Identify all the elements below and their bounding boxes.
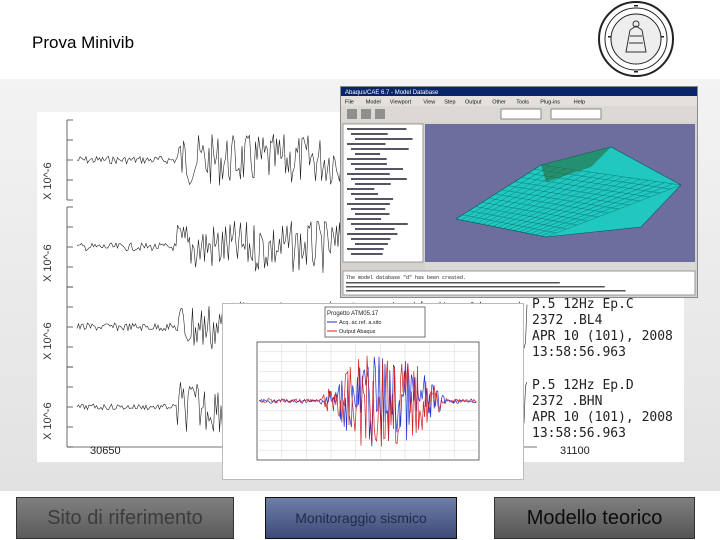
- fem-tree-item: [347, 248, 384, 250]
- trace-axis-label-4: X 10^-6: [42, 402, 54, 440]
- fem-console-line: [346, 286, 605, 288]
- fem-tree-item: [355, 213, 390, 215]
- fem-tree-item: [351, 148, 409, 150]
- fem-tree-item: [355, 138, 413, 140]
- trace-label-1-line3: APR 10 (101), 2008: [532, 329, 673, 344]
- fem-tree-item: [355, 183, 391, 185]
- seismic-monitoring-button[interactable]: Monitoraggio sismico: [265, 497, 457, 539]
- fem-tree-item: [351, 163, 387, 165]
- fem-menu-item: Step: [444, 100, 455, 106]
- fem-tree-item: [351, 178, 407, 180]
- trace-label-1-line4: 13:58:56.963: [532, 345, 626, 360]
- fem-tree-item: [351, 253, 383, 255]
- fem-tree-item: [351, 133, 388, 135]
- spectrum-comparison-chart: Progetto ATM05.17 Acq. ac.ref. a.sito Ou…: [222, 303, 524, 480]
- x-tick-right: 31100: [560, 445, 590, 457]
- university-seal-logo: [598, 1, 674, 77]
- fem-menu-item: Other: [492, 100, 506, 106]
- fem-menu-item: Viewport: [390, 100, 412, 106]
- trace-label-1: P.5 12Hz Ep.C 2372 .BL4 APR 10 (101), 20…: [532, 297, 673, 361]
- trace-axis-label-1: X 10^-6: [42, 162, 54, 200]
- trace-label-2: P.5 12Hz Ep.D 2372 .BHN APR 10 (101), 20…: [532, 378, 673, 442]
- legend-item-1: Acq. ac.ref. a.sito: [339, 320, 382, 326]
- trace-label-2-line4: 13:58:56.963: [532, 426, 626, 441]
- fem-console-text: The model database "d" has been created.: [346, 275, 466, 281]
- fem-tree-item: [351, 193, 379, 195]
- legend-title: Progetto ATM05.17: [327, 311, 379, 317]
- fem-menu-item: Output: [465, 100, 482, 106]
- fem-menu-item: File: [345, 100, 354, 106]
- slide-title: Prova Minivib: [32, 33, 135, 52]
- fem-menu-item: View: [423, 100, 435, 106]
- x-tick-left: 30650: [90, 445, 121, 457]
- fem-tree-item: [347, 233, 398, 235]
- trace-label-1-line1: P.5 12Hz Ep.C: [532, 297, 634, 312]
- fem-software-window: Abaqus/CAE 6.7 - Model Database File Mode…: [340, 86, 698, 298]
- fem-tree-item: [347, 218, 382, 220]
- fem-tree-item: [347, 173, 390, 175]
- trace-label-2-line3: APR 10 (101), 2008: [532, 410, 673, 425]
- theoretical-model-button[interactable]: Modello teorico: [494, 497, 695, 539]
- fem-tree-item: [355, 153, 381, 155]
- fem-menu-item: Help: [574, 100, 585, 106]
- trace-axis-label-3: X 10^-6: [42, 322, 54, 360]
- fem-tree-item: [355, 168, 403, 170]
- fem-tree-item: [351, 238, 391, 240]
- site-reference-button[interactable]: Sito di riferimento: [16, 497, 234, 539]
- trace-label-1-line2: 2372 .BL4: [532, 313, 603, 328]
- trace-axis-label-2: X 10^-6: [42, 244, 54, 282]
- trace-label-2-line1: P.5 12Hz Ep.D: [532, 378, 634, 393]
- fem-tree-item: [347, 128, 407, 130]
- fem-menu-item: Model: [366, 100, 381, 106]
- fem-tree-item: [355, 198, 394, 200]
- fem-tree-item: [347, 143, 386, 145]
- legend-item-2: Output Abaqus: [339, 329, 376, 335]
- fem-tree-item: [347, 188, 375, 190]
- fem-menu-item: Plug-ins: [540, 100, 560, 106]
- fem-tree-item: [351, 223, 408, 225]
- fem-tree-item: [347, 203, 390, 205]
- fem-tree-item: [351, 208, 386, 210]
- fem-window-title: Abaqus/CAE 6.7 - Model Database: [345, 90, 439, 96]
- fem-tree-item: [355, 243, 388, 245]
- fem-tree-item: [347, 158, 387, 160]
- trace-label-2-line2: 2372 .BHN: [532, 394, 603, 409]
- fem-console-line: [346, 282, 560, 284]
- fem-menu-item: Tools: [516, 100, 529, 106]
- spectrum-chart-graphic: Progetto ATM05.17 Acq. ac.ref. a.sito Ou…: [256, 306, 480, 461]
- fem-tree-item: [355, 228, 395, 230]
- fem-console-line: [346, 290, 626, 292]
- fem-window-graphic: Abaqus/CAE 6.7 - Model Database File Mode…: [341, 87, 697, 296]
